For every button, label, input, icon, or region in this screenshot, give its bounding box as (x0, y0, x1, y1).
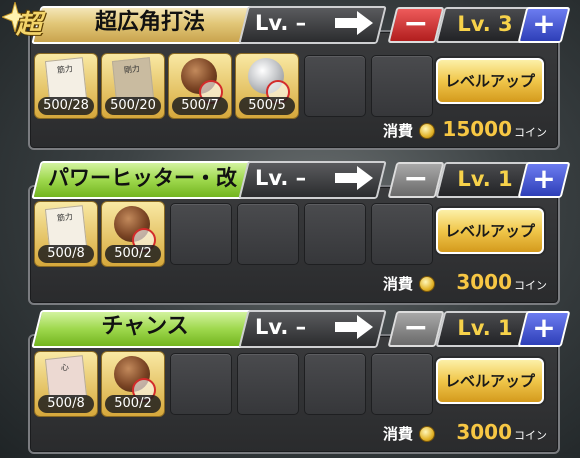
material-count: 500/20 (105, 97, 161, 115)
empty-slot (304, 203, 366, 265)
cost-value: 3000 (456, 420, 512, 444)
current-level: Lv. – (255, 166, 307, 190)
arrow-right-icon (335, 11, 373, 35)
target-level: Lv. 1 (457, 167, 513, 191)
skill-row-1: 超 超広角打法 Lv. – − Lv. 3 + 筋力 500/28 剛力 500… (0, 0, 580, 150)
cost-unit: コイン (514, 126, 547, 139)
empty-slot (371, 353, 433, 415)
material-item[interactable]: 筋力 500/8 (34, 201, 98, 267)
material-item[interactable]: 500/7 (168, 53, 232, 119)
paper-card-icon: 剛力 (111, 57, 155, 103)
material-item[interactable]: 筋力 500/28 (34, 53, 98, 119)
level-up-button[interactable]: レベルアップ (436, 358, 544, 404)
skill-header: 超 超広角打法 Lv. – − Lv. 3 + (0, 0, 580, 44)
minus-icon: − (403, 161, 429, 196)
empty-slot (170, 203, 232, 265)
level-plus-button[interactable]: + (517, 311, 571, 347)
empty-slot (371, 55, 433, 117)
level-up-button[interactable]: レベルアップ (436, 208, 544, 254)
skill-row-3: チャンス Lv. – − Lv. 1 + 心 500/8 500/2 レベルアッ… (0, 304, 580, 458)
material-count: 500/2 (105, 395, 161, 413)
plus-icon: + (532, 311, 556, 344)
plus-icon: + (532, 7, 556, 40)
empty-slot (371, 203, 433, 265)
empty-slot (170, 353, 232, 415)
coin-icon (419, 276, 435, 292)
material-count: 500/5 (239, 97, 295, 115)
consume-label: 消費 (383, 275, 414, 293)
empty-slot (237, 353, 299, 415)
super-badge: 超 (16, 10, 43, 40)
skill-name: パワーヒッター・改 (48, 166, 237, 190)
material-count: 500/8 (38, 395, 94, 413)
target-level: Lv. 1 (457, 316, 513, 340)
minus-icon: − (403, 310, 429, 345)
material-item[interactable]: 500/5 (235, 53, 299, 119)
arrow-right-icon (335, 315, 373, 339)
empty-slot (304, 55, 366, 117)
skill-row-2: パワーヒッター・改 Lv. – − Lv. 1 + 筋力 500/8 500/2… (0, 155, 580, 305)
level-plus-button[interactable]: + (517, 7, 571, 43)
paper-card-icon: 心 (44, 355, 88, 401)
cost-value: 3000 (456, 270, 512, 294)
skill-name: 超広角打法 (94, 10, 205, 35)
material-count: 500/28 (38, 97, 94, 115)
material-count: 500/8 (38, 245, 94, 263)
level-up-button[interactable]: レベルアップ (436, 58, 544, 104)
arrow-right-icon (335, 166, 373, 190)
consume-label: 消費 (383, 425, 414, 443)
skill-name: チャンス (101, 314, 189, 339)
skill-header: チャンス Lv. – − Lv. 1 + (0, 304, 580, 348)
coin-icon (419, 426, 435, 442)
current-level: Lv. – (255, 11, 307, 35)
coin-icon (419, 123, 435, 139)
paper-card-icon: 筋力 (44, 57, 88, 103)
material-count: 500/7 (172, 97, 228, 115)
empty-slot (304, 353, 366, 415)
cost-unit: コイン (514, 279, 547, 292)
cost-value: 15000 (442, 117, 512, 141)
material-count: 500/2 (105, 245, 161, 263)
plus-icon: + (532, 162, 556, 195)
material-item[interactable]: 剛力 500/20 (101, 53, 165, 119)
skill-header: パワーヒッター・改 Lv. – − Lv. 1 + (0, 155, 580, 199)
cost-unit: コイン (514, 429, 547, 442)
material-item[interactable]: 500/2 (101, 351, 165, 417)
material-item[interactable]: 500/2 (101, 201, 165, 267)
current-level: Lv. – (255, 315, 307, 339)
target-level: Lv. 3 (457, 12, 513, 36)
consume-label: 消費 (383, 122, 414, 140)
paper-card-icon: 筋力 (44, 205, 88, 251)
level-plus-button[interactable]: + (517, 162, 571, 198)
empty-slot (237, 203, 299, 265)
minus-icon: − (403, 6, 429, 41)
material-item[interactable]: 心 500/8 (34, 351, 98, 417)
